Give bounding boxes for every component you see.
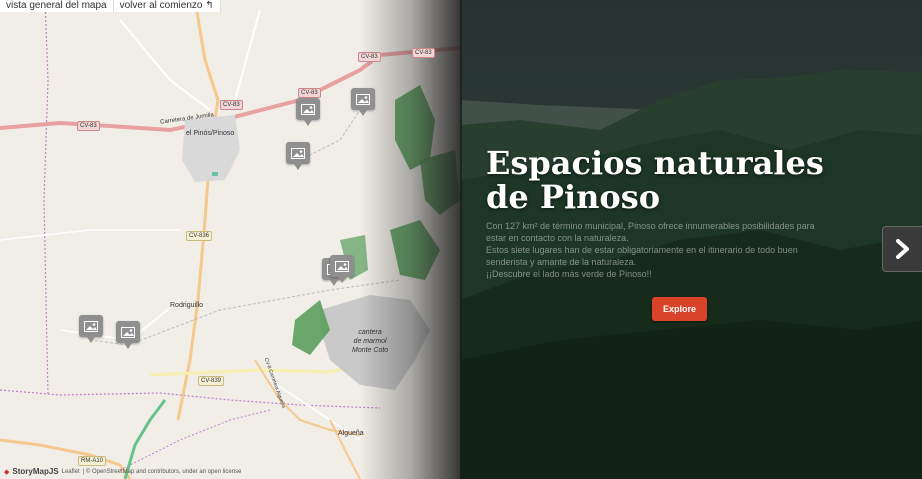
road-label: CV-83 <box>298 88 321 98</box>
map-toolbar: vista general del mapa volver al comienz… <box>0 0 221 12</box>
map-marker[interactable] <box>79 315 103 343</box>
map-marker[interactable] <box>296 98 320 126</box>
storymap-logo-icon: ◆ <box>4 468 10 476</box>
town-label: el Pinós/Pinoso <box>186 130 235 137</box>
slide-description: Con 127 km² de término municipal, Pinoso… <box>486 220 856 280</box>
road-label: RM-A10 <box>78 456 107 466</box>
map-marker[interactable] <box>330 255 354 283</box>
desc-line: senderista y amante de la naturaleza. <box>486 257 637 267</box>
desc-line: estar en contacto con la naturaleza. <box>486 233 629 243</box>
road-label: CV-83 <box>77 121 100 131</box>
slide-title-line1: Espacios naturales <box>486 144 824 182</box>
road-label: CV-83 <box>358 52 381 62</box>
desc-line: ¡¡Descubre el lado más verde de Pinoso!! <box>486 269 652 279</box>
slide-title-line2: de Pinoso <box>486 178 661 216</box>
chevron-right-icon <box>896 239 909 259</box>
back-to-start-button[interactable]: volver al comienzo ↰ <box>113 0 221 12</box>
quarry-line1: cantera <box>358 329 382 336</box>
quarry-line3: Monte Coto <box>352 347 389 354</box>
rodriguillo-label: Rodriguillo <box>170 302 204 309</box>
storymap-brand[interactable]: StoryMapJS <box>12 467 58 476</box>
leaflet-link[interactable]: Leaflet <box>62 469 80 475</box>
map-marker[interactable] <box>351 88 375 116</box>
return-arrow-icon: ↰ <box>205 0 214 11</box>
quarry-label: cantera de marmol Monte Coto <box>352 328 388 355</box>
next-slide-button[interactable] <box>882 226 922 272</box>
desc-line: Con 127 km² de término municipal, Pinoso… <box>486 221 815 231</box>
alguena-label: Algueña <box>338 430 364 437</box>
quarry-line2: de marmol <box>353 338 387 345</box>
road-label: CV-83 <box>412 48 435 58</box>
road-label: CV-836 <box>186 231 213 241</box>
desc-line: Estos siete lugares han de estar obligat… <box>486 245 798 255</box>
attribution: ◆ StoryMapJS Leaflet | © OpenStreetMap a… <box>4 467 241 476</box>
osm-attribution: | © OpenStreetMap and contributors, unde… <box>82 468 242 475</box>
road-label: CV-83 <box>220 100 243 110</box>
overview-button[interactable]: vista general del mapa <box>0 0 114 12</box>
road-label: CV-839 <box>198 376 225 386</box>
map-marker[interactable] <box>116 321 140 349</box>
explore-button[interactable]: Explore <box>652 297 707 321</box>
slide-title: Espacios naturales de Pinoso <box>486 146 824 214</box>
map-marker[interactable] <box>286 142 310 170</box>
back-to-start-label: volver al comienzo <box>119 0 203 11</box>
